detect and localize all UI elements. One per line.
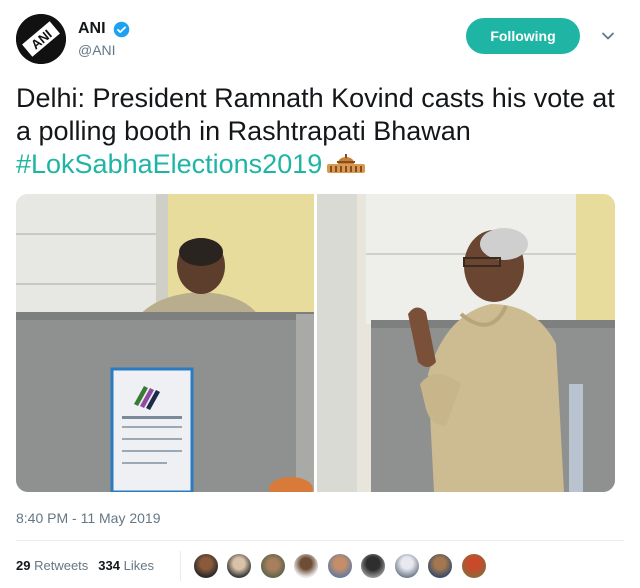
following-button[interactable]: Following — [466, 18, 580, 54]
user-avatar-8[interactable] — [427, 553, 454, 579]
tweet-media[interactable] — [16, 194, 615, 492]
hashtag-link[interactable]: #LokSabhaElections2019 — [16, 149, 322, 179]
retweets-stat[interactable]: 29 Retweets — [16, 558, 88, 573]
tweet-body: Delhi: President Ramnath Kovind casts hi… — [16, 83, 615, 146]
author-name[interactable]: ANI — [78, 20, 106, 38]
author-info: ANI @ANI — [78, 20, 130, 58]
user-avatar-1[interactable] — [193, 553, 219, 579]
ani-logo-icon: ANI — [16, 14, 66, 64]
verified-badge-icon — [113, 21, 130, 37]
stats-divider — [16, 540, 624, 541]
tweet-header: ANI ANI @ANI Following — [16, 12, 624, 66]
user-avatar-4[interactable] — [293, 553, 320, 579]
stats-separator — [180, 551, 181, 581]
author-handle[interactable]: @ANI — [78, 42, 130, 58]
tweet-stats: 29 Retweets 334 Likes — [16, 558, 154, 573]
retweets-count: 29 — [16, 558, 31, 573]
chevron-down-icon[interactable] — [598, 26, 618, 46]
user-avatar-5[interactable] — [326, 553, 353, 579]
tweet-text: Delhi: President Ramnath Kovind casts hi… — [16, 82, 624, 181]
user-avatar-2[interactable] — [226, 553, 253, 579]
namaste-greeting-photo — [317, 194, 615, 492]
user-avatar-3[interactable] — [259, 553, 286, 579]
voting-booth-photo — [16, 194, 314, 492]
user-avatar-6[interactable] — [360, 553, 387, 579]
retweets-label: Retweets — [34, 558, 89, 573]
likes-stat[interactable]: 334 Likes — [98, 558, 154, 573]
user-avatar-7[interactable] — [393, 553, 420, 579]
likes-count: 334 — [98, 558, 120, 573]
tweet-timestamp[interactable]: 8:40 PM - 11 May 2019 — [16, 510, 160, 526]
parliament-building-icon — [327, 154, 366, 173]
ani-avatar[interactable]: ANI — [16, 14, 66, 64]
likes-label: Likes — [123, 558, 154, 573]
liked-by-avatars — [193, 553, 490, 581]
tweet-photo-collage — [16, 194, 615, 492]
user-avatar-9[interactable] — [460, 553, 487, 579]
